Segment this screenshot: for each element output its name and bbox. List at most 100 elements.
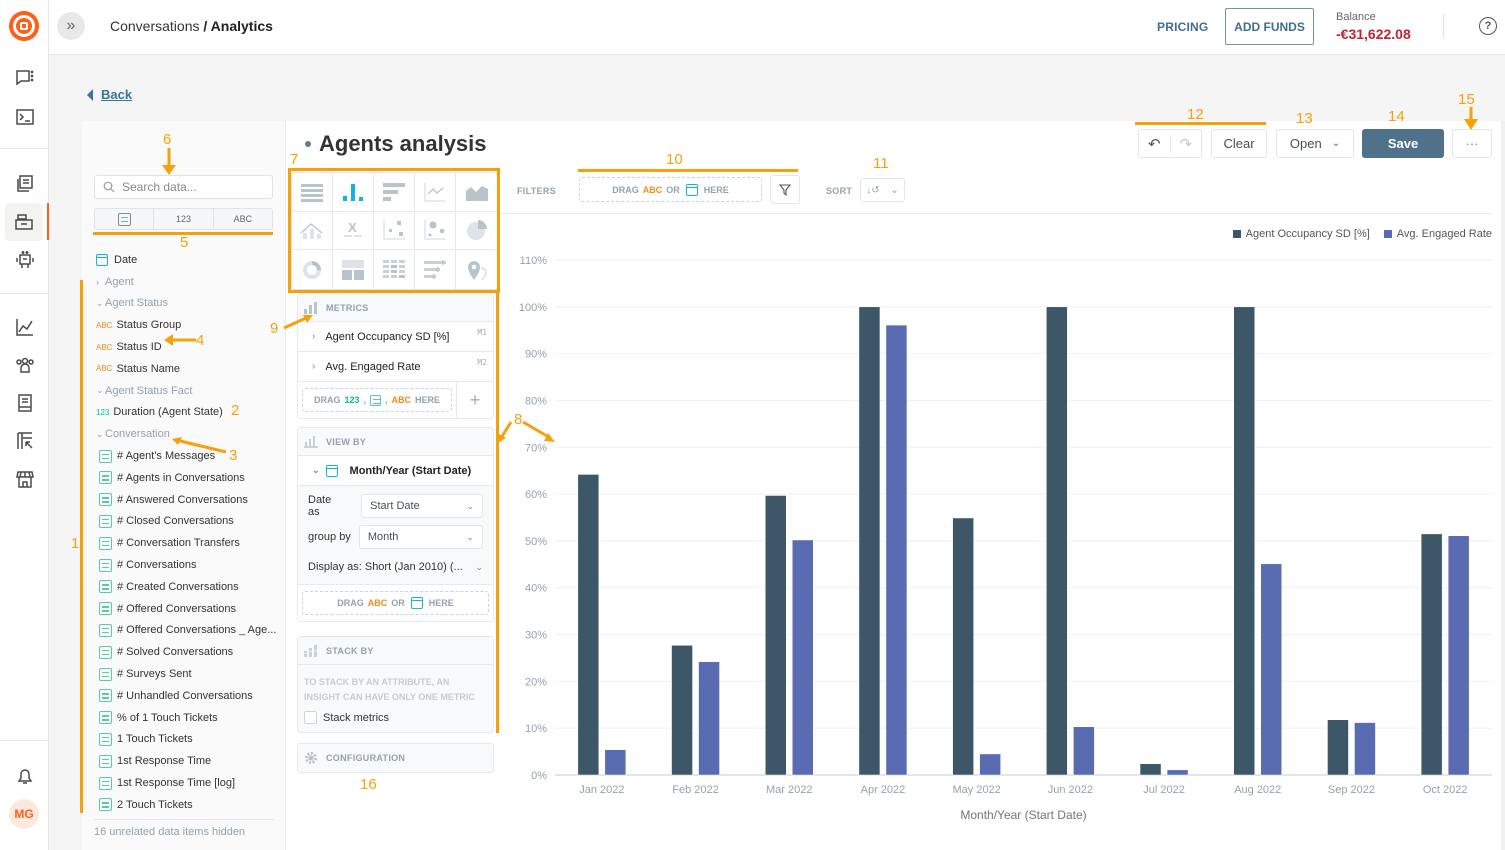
bar-avg-engaged-rate[interactable] — [698, 661, 720, 776]
insight-title[interactable]: Agents analysis — [319, 131, 487, 157]
bar-agent-occupancy[interactable] — [765, 495, 787, 776]
add-funds-button[interactable]: ADD FUNDS — [1225, 8, 1314, 45]
catalog-search[interactable] — [94, 175, 273, 199]
catalog-fact[interactable]: 1st Response Time — [96, 750, 282, 772]
catalog-fact[interactable]: % of 1 Touch Tickets — [96, 707, 282, 729]
filter-metrics-button[interactable]: 123 — [154, 209, 214, 229]
undo-button[interactable]: ↶ — [1139, 134, 1171, 153]
group-by-select[interactable]: Month ⌄ — [358, 525, 483, 549]
catalog-fact[interactable]: # Conversation Transfers — [96, 532, 282, 554]
bar-agent-occupancy[interactable] — [858, 306, 881, 776]
reports-icon[interactable] — [12, 428, 37, 453]
configuration-panel[interactable]: CONFIGURATION — [297, 743, 494, 773]
bar-agent-occupancy[interactable] — [1139, 763, 1162, 776]
filter-attributes-button[interactable]: ABC — [214, 209, 272, 229]
contacts-icon[interactable] — [12, 352, 37, 377]
bar-avg-engaged-rate[interactable] — [1166, 769, 1189, 776]
search-input[interactable] — [122, 180, 262, 194]
catalog-group[interactable]: › Agent — [96, 271, 282, 293]
open-button[interactable]: Open ⌄ — [1276, 129, 1354, 158]
configuration-header[interactable]: CONFIGURATION — [298, 744, 493, 772]
sort-button[interactable]: ↓↺ ⌄ — [860, 178, 905, 202]
legend-item[interactable]: Avg. Engaged Rate — [1383, 228, 1492, 240]
knowledge-icon[interactable] — [12, 171, 37, 196]
catalog-fact[interactable]: # Offered Conversations _ Age... — [96, 620, 282, 642]
filter-drop-zone[interactable]: DRAG ABC OR HERE — [579, 177, 762, 202]
catalog-group[interactable]: ⌄ Agent Status Fact — [96, 380, 282, 402]
catalog-fact[interactable]: 2 Touch Tickets — [96, 794, 282, 816]
view-by-item[interactable]: ⌄ Month/Year (Start Date) — [298, 456, 493, 486]
catalog-fact[interactable]: # Closed Conversations — [96, 511, 282, 533]
stack-metrics-checkbox[interactable] — [304, 711, 317, 724]
bar-avg-engaged-rate[interactable] — [1260, 563, 1282, 776]
bar-avg-engaged-rate[interactable] — [885, 324, 908, 776]
stack-metrics-row[interactable]: Stack metrics — [298, 709, 493, 732]
display-as-select[interactable]: Display as: Short (Jan 2010) (... ⌄ — [308, 556, 483, 578]
chevron-right-icon[interactable]: › — [312, 361, 315, 372]
chevron-down-icon[interactable]: ⌄ — [96, 298, 105, 309]
brand-logo-icon[interactable] — [9, 11, 39, 41]
catalog-fact[interactable]: # Agents in Conversations — [96, 467, 282, 489]
analytics-icon[interactable] — [12, 314, 37, 339]
catalog-fact[interactable]: 1st Response Time [log] — [96, 772, 282, 794]
catalog-fact[interactable]: # Unhandled Conversations — [96, 685, 282, 707]
chevron-down-icon[interactable]: ⌄ — [96, 385, 105, 396]
conversations-icon[interactable] — [12, 65, 37, 90]
catalog-fact[interactable]: 1 Touch Tickets — [96, 729, 282, 751]
avatar[interactable]: MG — [9, 799, 39, 829]
docs-icon[interactable] — [12, 390, 37, 415]
store-icon[interactable] — [12, 466, 37, 491]
save-button[interactable]: Save — [1362, 129, 1444, 158]
bar-agent-occupancy[interactable] — [952, 517, 974, 776]
bar-agent-occupancy[interactable] — [1420, 533, 1443, 776]
catalog-metric[interactable]: 123 Duration (Agent State) — [96, 402, 282, 424]
metric-item[interactable]: › Agent Occupancy SD [%] M1 — [298, 322, 493, 352]
catalog-fact[interactable]: # Created Conversations — [96, 576, 282, 598]
catalog-attribute[interactable]: ABC Status Name — [96, 358, 282, 380]
add-filter-button[interactable] — [770, 175, 800, 204]
catalog-fact[interactable]: # Offered Conversations — [96, 598, 282, 620]
catalog-fact[interactable]: # Answered Conversations — [96, 489, 282, 511]
catalog-date-item[interactable]: Date — [96, 249, 282, 271]
date-as-label: Date as — [308, 494, 332, 518]
redo-button[interactable]: ↷ — [1171, 135, 1202, 153]
bell-icon[interactable] — [12, 763, 37, 788]
bar-avg-engaged-rate[interactable] — [792, 539, 814, 776]
bar-avg-engaged-rate[interactable] — [1073, 726, 1095, 776]
chevron-down-icon[interactable]: ⌄ — [312, 465, 320, 476]
bar-avg-engaged-rate[interactable] — [1447, 535, 1470, 776]
help-icon[interactable]: ? — [1479, 17, 1497, 35]
bar-agent-occupancy[interactable] — [1046, 306, 1068, 776]
filter-facts-button[interactable] — [95, 209, 155, 229]
metrics-drop-zone[interactable]: DRAG 123 , , ABC HERE — [302, 388, 452, 412]
metric-item[interactable]: › Avg. Engaged Rate M2 — [298, 352, 493, 382]
bar-agent-occupancy[interactable] — [1327, 719, 1349, 776]
bot-icon[interactable] — [12, 247, 37, 272]
expand-sidebar-button[interactable]: » — [57, 12, 85, 40]
view-by-drop-zone[interactable]: DRAG ABC OR HERE — [302, 591, 489, 615]
catalog-fact[interactable]: # Solved Conversations — [96, 641, 282, 663]
bar-agent-occupancy[interactable] — [577, 474, 600, 776]
more-options-button[interactable]: ··· — [1452, 129, 1492, 158]
clear-button[interactable]: Clear — [1211, 129, 1267, 158]
pricing-link[interactable]: PRICING — [1157, 20, 1208, 34]
date-as-select[interactable]: Start Date ⌄ — [361, 494, 483, 518]
catalog-group[interactable]: ⌄ Agent Status — [96, 293, 282, 315]
chevron-right-icon[interactable]: › — [96, 277, 105, 287]
legend-item[interactable]: Agent Occupancy SD [%] — [1232, 228, 1370, 240]
catalog-fact[interactable]: # Conversations — [96, 554, 282, 576]
bar-avg-engaged-rate[interactable] — [979, 753, 1001, 776]
bar-agent-occupancy[interactable] — [1233, 306, 1255, 776]
console-icon[interactable] — [12, 104, 37, 129]
breadcrumb-parent[interactable]: Conversations — [110, 18, 200, 34]
back-link[interactable]: Back — [87, 87, 132, 102]
catalog-fact[interactable]: # Surveys Sent — [96, 663, 282, 685]
chevron-down-icon[interactable]: ⌄ — [96, 429, 105, 440]
bar-avg-engaged-rate[interactable] — [1354, 722, 1376, 776]
bar-avg-engaged-rate[interactable] — [604, 749, 627, 776]
add-metric-button[interactable]: + — [461, 390, 489, 411]
inbox-icon[interactable] — [5, 203, 43, 241]
page-scrollbar[interactable] — [1501, 121, 1505, 850]
chevron-right-icon[interactable]: › — [312, 331, 315, 342]
bar-agent-occupancy[interactable] — [671, 645, 693, 776]
